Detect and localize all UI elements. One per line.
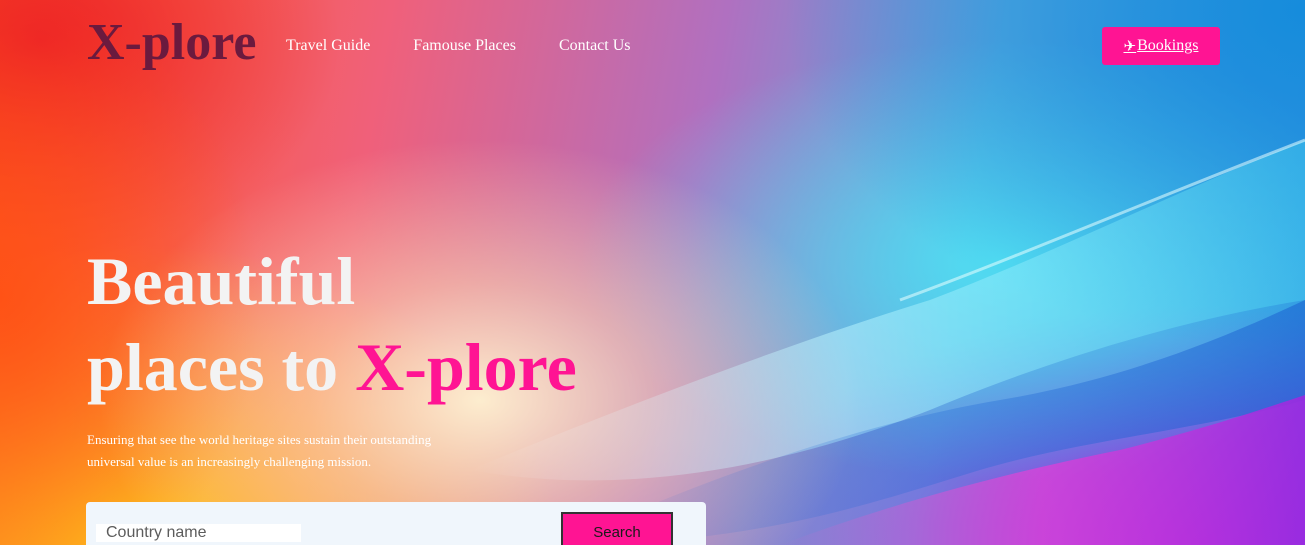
hero-section: X-plore Travel Guide Famouse Places Cont… [0, 0, 1305, 545]
nav-link-contact-us[interactable]: Contact Us [559, 36, 631, 56]
bookings-button[interactable]: ✈ Bookings [1102, 27, 1220, 65]
country-search-input[interactable] [96, 524, 301, 542]
search-form: Search [86, 502, 706, 545]
bookings-label: Bookings [1137, 37, 1199, 54]
search-button[interactable]: Search [561, 512, 673, 545]
airplane-icon: ✈ [1123, 38, 1137, 55]
headline-line-1: Beautiful [87, 243, 356, 319]
hero-headline: Beautiful places to X-plore [87, 238, 577, 410]
site-logo[interactable]: X-plore [87, 15, 256, 71]
main-nav: Travel Guide Famouse Places Contact Us [286, 36, 674, 56]
nav-link-travel-guide[interactable]: Travel Guide [286, 36, 370, 56]
hero-tagline: Ensuring that see the world heritage sit… [87, 432, 432, 469]
headline-line-2: places to [87, 329, 356, 405]
headline-accent: X-plore [355, 329, 577, 405]
nav-link-famouse-places[interactable]: Famouse Places [413, 36, 516, 56]
